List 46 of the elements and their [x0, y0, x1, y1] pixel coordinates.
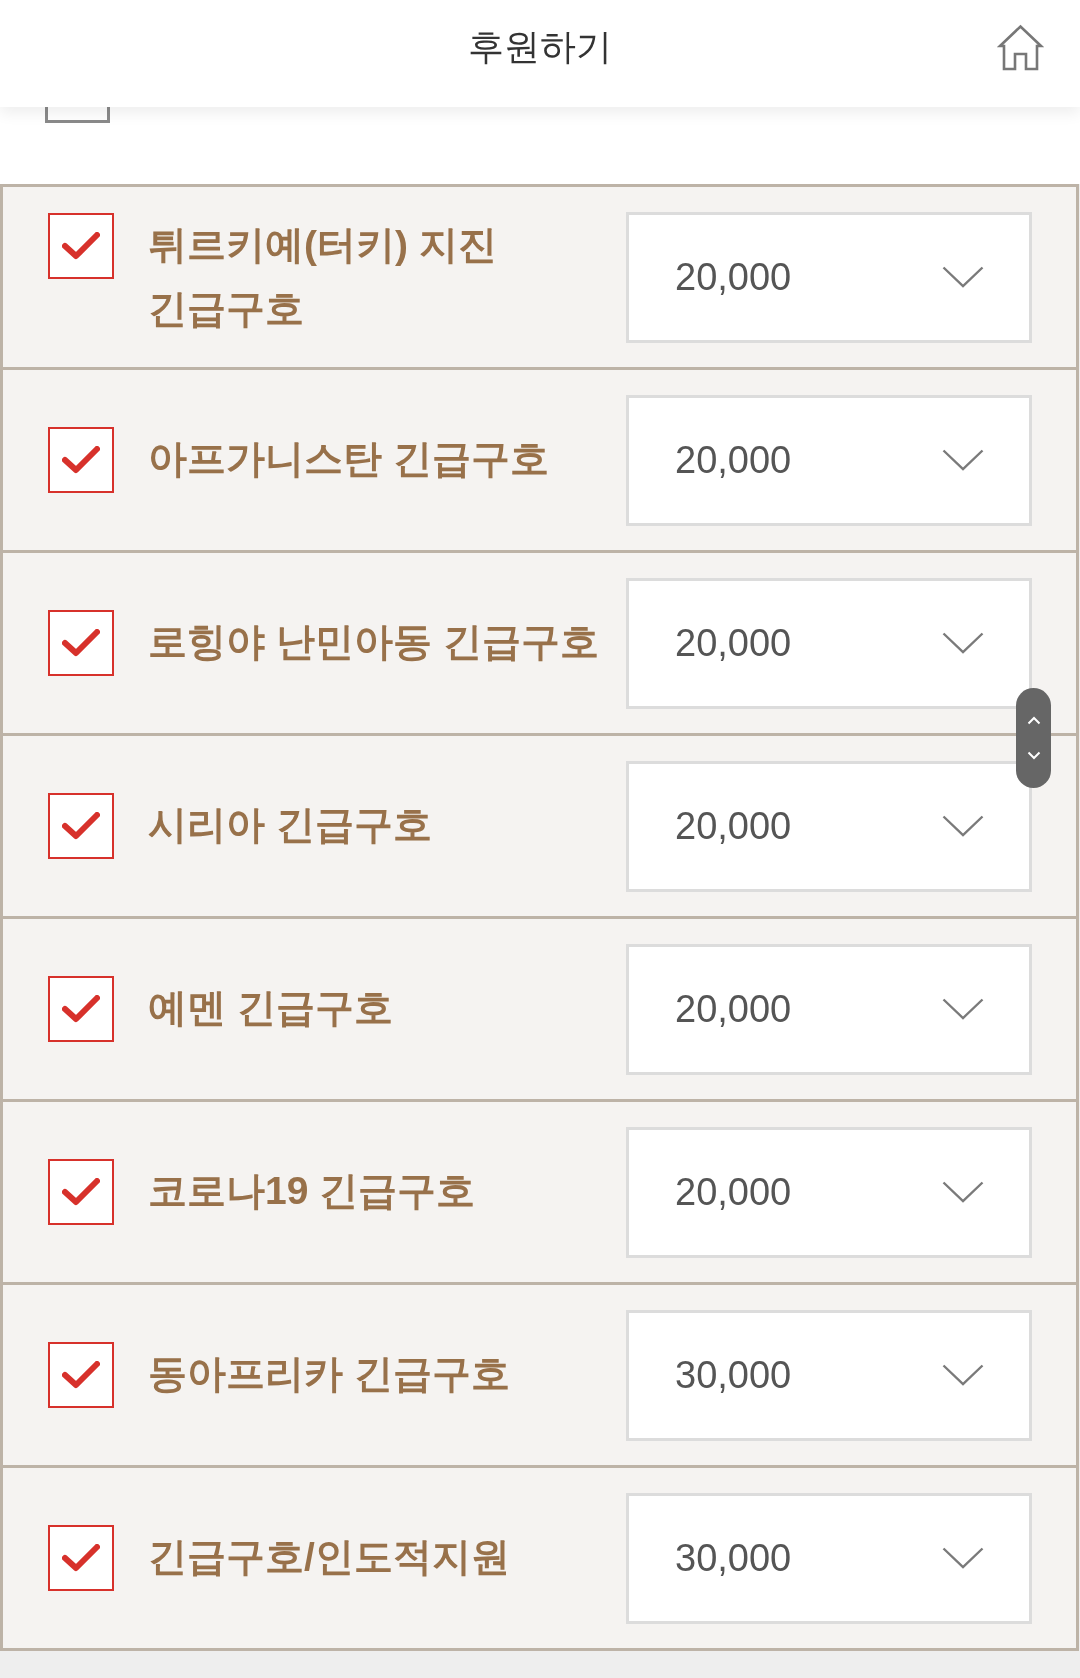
- checkmark-icon: [62, 1178, 100, 1206]
- chevron-down-icon: [942, 815, 984, 837]
- item-label: 긴급구호/인도적지원: [148, 1534, 510, 1580]
- checkmark-icon: [62, 446, 100, 474]
- checkmark-icon: [62, 1544, 100, 1572]
- checkbox[interactable]: [48, 213, 114, 279]
- page-title: 후원하기: [468, 24, 612, 69]
- chevron-up-icon[interactable]: [1026, 716, 1041, 725]
- amount-dropdown[interactable]: 20,000: [626, 760, 1032, 892]
- amount-dropdown[interactable]: 20,000: [626, 211, 1032, 343]
- chevron-down-icon: [942, 449, 984, 471]
- checkbox[interactable]: [48, 610, 114, 676]
- item-label: 시리아 긴급구호: [148, 802, 432, 848]
- chevron-down-icon: [942, 1547, 984, 1569]
- amount-dropdown[interactable]: 20,000: [626, 577, 1032, 709]
- checkmark-icon: [62, 995, 100, 1023]
- amount-dropdown[interactable]: 20,000: [626, 1126, 1032, 1258]
- checkmark-icon: [62, 1361, 100, 1389]
- item-label: 아프가니스탄 긴급구호: [148, 436, 549, 482]
- checkbox[interactable]: [48, 976, 114, 1042]
- checkbox[interactable]: [48, 1159, 114, 1225]
- item-label: 코로나19 긴급구호: [148, 1168, 476, 1214]
- checkmark-icon: [62, 232, 100, 260]
- item-label: 로힝야 난민아동 긴급구호: [148, 619, 599, 665]
- amount-dropdown[interactable]: 20,000: [626, 394, 1032, 526]
- chevron-down-icon: [942, 1364, 984, 1386]
- checkmark-icon: [62, 629, 100, 657]
- amount-dropdown[interactable]: 30,000: [626, 1492, 1032, 1624]
- checkmark-icon: [62, 812, 100, 840]
- amount-dropdown[interactable]: 20,000: [626, 943, 1032, 1075]
- checkbox[interactable]: [48, 1525, 114, 1591]
- scroll-control[interactable]: [1016, 688, 1051, 788]
- chevron-down-icon: [942, 1181, 984, 1203]
- amount-dropdown[interactable]: 30,000: [626, 1309, 1032, 1441]
- checkbox[interactable]: [48, 793, 114, 859]
- checkbox[interactable]: [48, 427, 114, 493]
- chevron-down-icon: [942, 632, 984, 654]
- item-label: 동아프리카 긴급구호: [148, 1351, 510, 1397]
- checkbox[interactable]: [48, 1342, 114, 1408]
- item-label: 튀르키예(터키) 지진 긴급구호: [148, 222, 498, 332]
- item-label: 예멘 긴급구호: [148, 985, 393, 1031]
- chevron-down-icon: [942, 266, 984, 288]
- checkbox[interactable]: [45, 107, 110, 123]
- home-icon[interactable]: [997, 24, 1044, 71]
- chevron-down-icon: [942, 998, 984, 1020]
- chevron-down-icon[interactable]: [1026, 751, 1041, 760]
